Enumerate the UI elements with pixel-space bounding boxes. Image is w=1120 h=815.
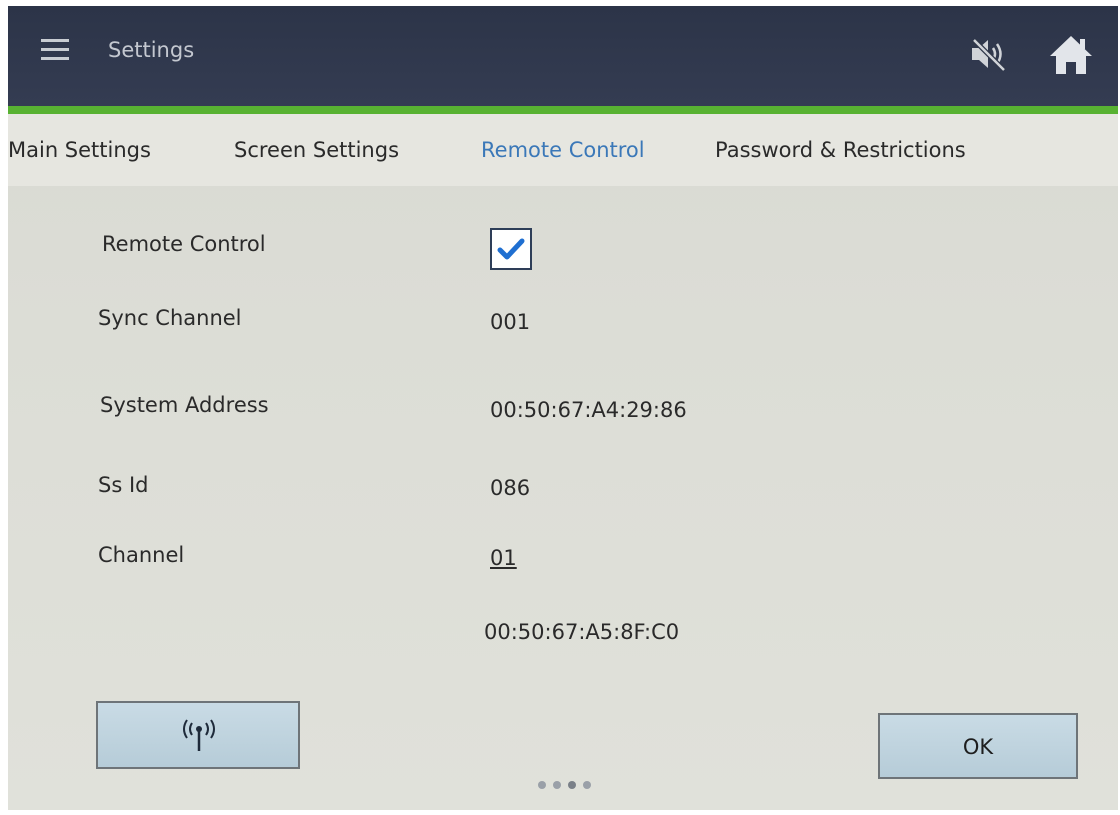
page-dot-active (568, 781, 576, 789)
page-dot (583, 781, 591, 789)
remote-control-label: Remote Control (102, 232, 266, 256)
checkmark-icon (497, 238, 525, 260)
sync-channel-value[interactable]: 001 (490, 310, 530, 334)
page-dot (538, 781, 546, 789)
remote-control-checkbox[interactable] (490, 228, 532, 270)
settings-screen: Settings Main Settings Screen Settings R… (8, 6, 1118, 810)
channel-value[interactable]: 01 (490, 546, 517, 570)
wireless-antenna-icon (183, 719, 215, 751)
tab-password-restrictions[interactable]: Password & Restrictions (715, 138, 966, 162)
channel-label: Channel (98, 543, 185, 567)
wireless-button[interactable] (96, 701, 300, 769)
page-title: Settings (108, 38, 195, 62)
menu-icon[interactable] (41, 39, 69, 61)
device-address-value: 00:50:67:A5:8F:C0 (484, 620, 680, 644)
home-icon[interactable] (1048, 34, 1094, 76)
system-address-label: System Address (100, 393, 269, 417)
page-indicator (538, 778, 602, 792)
tab-main-settings[interactable]: Main Settings (8, 138, 151, 162)
accent-bar (8, 106, 1118, 114)
tab-remote-control[interactable]: Remote Control (481, 138, 645, 162)
ss-id-value: 086 (490, 476, 531, 500)
ok-button[interactable]: OK (878, 713, 1078, 779)
system-address-value: 00:50:67:A4:29:86 (490, 398, 687, 422)
header-bar: Settings (8, 6, 1118, 106)
tab-screen-settings[interactable]: Screen Settings (234, 138, 399, 162)
page-dot (553, 781, 561, 789)
ok-button-label: OK (962, 735, 994, 759)
ss-id-label: Ss Id (98, 473, 149, 497)
mute-icon[interactable] (968, 36, 1008, 72)
sync-channel-label: Sync Channel (98, 306, 242, 330)
